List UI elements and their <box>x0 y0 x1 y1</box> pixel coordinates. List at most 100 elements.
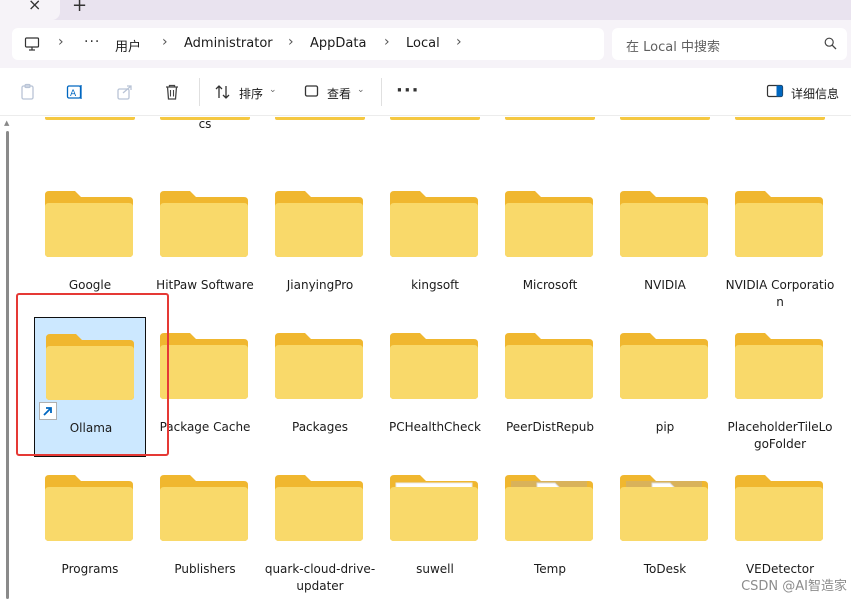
folder-item[interactable]: Microsoft <box>494 175 606 315</box>
folder-item[interactable]: JianyingPro <box>264 175 376 315</box>
folder-icon <box>505 117 595 120</box>
address-bar[interactable]: › ··· 用户 › Administrator › AppData › Loc… <box>12 28 604 60</box>
folder-label: JianyingPro <box>286 278 354 292</box>
this-pc-icon[interactable] <box>24 36 40 52</box>
folder-icon <box>45 475 133 541</box>
crumb-appdata[interactable]: AppData <box>310 36 366 51</box>
sort-icon[interactable] <box>214 83 232 101</box>
folder-item[interactable]: ToDesk <box>609 459 721 599</box>
folder-label: Packages <box>292 420 348 434</box>
folder-label: suwell <box>416 562 454 576</box>
folder-icon <box>735 333 823 399</box>
folder-item[interactable]: Packages <box>264 317 376 457</box>
folder-icon <box>620 475 708 541</box>
details-button[interactable]: 详细信息 <box>791 85 839 102</box>
folder-item[interactable]: Temp <box>494 459 606 599</box>
search-input[interactable]: 在 Local 中搜索 <box>626 36 720 55</box>
chevron-down-icon[interactable]: ⌄ <box>357 85 365 95</box>
new-tab-icon[interactable]: + <box>72 0 87 16</box>
rename-icon[interactable]: A <box>66 83 84 101</box>
crumb-users[interactable]: 用户 <box>115 36 141 55</box>
chevron-right-icon[interactable]: › <box>162 34 168 50</box>
chevron-down-icon[interactable]: ⌄ <box>269 85 277 95</box>
folder-icon <box>390 191 478 257</box>
folder-label: quark-cloud-drive-updater <box>264 562 376 593</box>
folder-icon <box>505 475 593 541</box>
svg-text:A: A <box>70 89 77 99</box>
chevron-right-icon[interactable]: › <box>384 34 390 50</box>
view-button[interactable]: 查看 <box>327 85 351 102</box>
folder-item[interactable]: fastpdf_sogou <box>264 117 376 137</box>
details-pane-icon[interactable] <box>766 83 784 99</box>
paste-icon[interactable] <box>19 83 37 101</box>
folder-item[interactable]: D3DSCache <box>34 117 146 137</box>
folder-item[interactable]: finalshell <box>494 117 606 137</box>
folder-icon <box>160 117 250 120</box>
folder-item[interactable]: PCHealthCheck <box>379 317 491 457</box>
folder-icon <box>390 117 480 120</box>
folder-icon <box>275 191 363 257</box>
more-crumbs-button[interactable]: ··· <box>84 34 100 50</box>
scroll-up-icon[interactable]: ▲ <box>4 119 9 127</box>
crumb-administrator[interactable]: Administrator <box>184 36 273 51</box>
folder-icon <box>275 117 365 120</box>
folder-label: Temp <box>534 562 566 576</box>
folder-item[interactable]: kingsoft <box>379 175 491 315</box>
folder-item[interactable]: NVIDIA Corporation <box>724 175 836 315</box>
file-grid: ▲ D3DSCacheElevatedDiagnosticsfastpdf_so… <box>0 117 851 599</box>
folder-label: pip <box>655 420 675 434</box>
folder-item[interactable]: quark-cloud-drive-updater <box>264 459 376 599</box>
view-icon[interactable] <box>304 83 320 99</box>
folder-item[interactable]: Futuremark <box>609 117 721 137</box>
folder-item[interactable]: PlaceholderTileLogoFolder <box>724 317 836 457</box>
folder-label: NVIDIA Corporation <box>725 278 835 309</box>
folder-item[interactable]: Feishu <box>379 117 491 137</box>
current-tab[interactable]: × <box>0 0 60 20</box>
folder-label: Microsoft <box>522 278 578 292</box>
folder-item[interactable]: pip <box>609 317 721 457</box>
folder-icon <box>735 117 825 120</box>
scroll-thumb[interactable] <box>6 131 9 599</box>
delete-icon[interactable] <box>163 83 181 101</box>
tab-strip: × + <box>0 0 851 20</box>
close-tab-icon[interactable]: × <box>28 0 41 14</box>
folder-label: HitPaw Software <box>156 278 254 292</box>
folder-item[interactable]: Programs <box>34 459 146 599</box>
folder-item[interactable]: suwell <box>379 459 491 599</box>
chevron-right-icon[interactable]: › <box>288 34 294 50</box>
toolbar-divider <box>381 78 382 106</box>
folder-icon <box>390 333 478 399</box>
folder-icon <box>620 117 710 120</box>
folder-icon <box>45 191 133 257</box>
watermark: CSDN @AI智造家 <box>741 579 847 594</box>
folder-label: Google <box>68 278 112 292</box>
folder-icon <box>735 191 823 257</box>
annotation-highlight <box>16 293 169 456</box>
folder-label: Publishers <box>174 562 236 576</box>
folder-item[interactable]: PeerDistRepub <box>494 317 606 457</box>
folder-item[interactable]: NVIDIA <box>609 175 721 315</box>
folder-item[interactable]: Publishers <box>149 459 261 599</box>
folder-icon <box>620 191 708 257</box>
sort-button[interactable]: 排序 <box>239 85 263 102</box>
command-bar: A 排序 ⌄ 查看 ⌄ ··· 详细信息 <box>0 68 851 116</box>
share-icon[interactable] <box>116 83 134 101</box>
search-icon[interactable] <box>824 37 837 50</box>
vertical-scrollbar[interactable]: ▲ <box>4 117 12 599</box>
search-box[interactable]: 在 Local 中搜索 <box>612 28 847 60</box>
folder-icon <box>160 333 248 399</box>
more-options-button[interactable]: ··· <box>396 80 420 101</box>
folder-icon <box>390 475 478 541</box>
crumb-local[interactable]: Local <box>406 36 440 51</box>
folder-icon <box>275 333 363 399</box>
folder-icon <box>505 191 593 257</box>
folder-item[interactable]: ElevatedDiagnostics <box>149 117 261 137</box>
chevron-right-icon[interactable]: › <box>58 34 64 50</box>
folder-item[interactable]: glm-pc-updater <box>724 117 836 137</box>
folder-icon <box>735 475 823 541</box>
folder-label: PeerDistRepub <box>505 420 595 434</box>
folder-icon <box>275 475 363 541</box>
folder-label: PCHealthCheck <box>389 420 481 434</box>
chevron-right-icon[interactable]: › <box>456 34 462 50</box>
folder-icon <box>160 191 248 257</box>
